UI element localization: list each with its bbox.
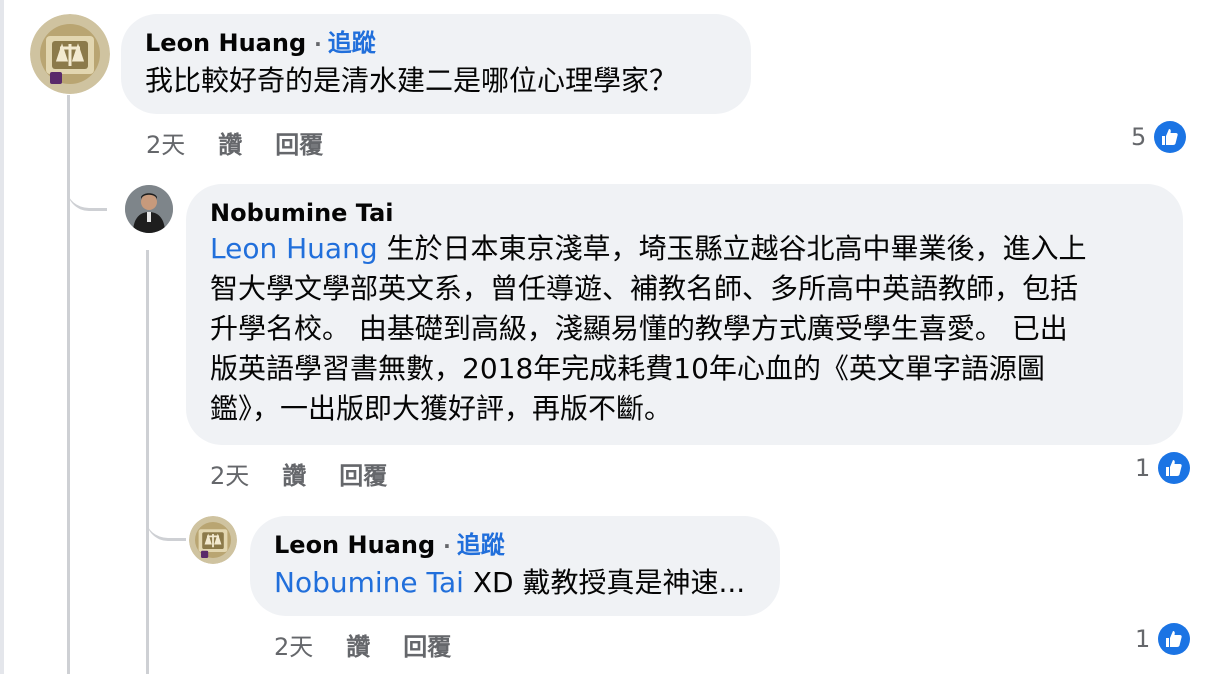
portrait-icon <box>125 185 173 233</box>
like-count: 5 <box>1131 123 1147 151</box>
reply-button[interactable]: 回覆 <box>275 125 323 160</box>
thumbs-up-icon <box>1158 623 1191 655</box>
thread-line-reply <box>146 250 149 674</box>
comment-author[interactable]: Nobumine Tai <box>210 199 394 227</box>
comment-bubble: Leon Huang · 追蹤 我比較好奇的是清水建二是哪位心理學家？ <box>121 14 751 114</box>
comment-text: 我比較好奇的是清水建二是哪位心理學家？ <box>145 64 678 97</box>
comment-header: Leon Huang · 追蹤 <box>145 28 727 59</box>
comment-author[interactable]: Leon Huang <box>274 531 435 559</box>
comment-header: Nobumine Tai <box>210 198 1159 228</box>
comment-actions: 2天讚回覆 <box>274 627 484 662</box>
comment-line-text: XD 戴教授真是神速... <box>463 566 746 599</box>
golden-emblem-icon <box>30 14 110 94</box>
thread-connector-2 <box>146 490 186 541</box>
comment-line: 鑑》，一出版即大獲好評，再版不斷。 <box>210 392 673 425</box>
reaction-count[interactable]: 5 <box>1131 121 1187 153</box>
comment-line: 升學名校。 由基礎到高級，淺顯易懂的教學方式廣受學生喜愛。 已出 <box>210 312 1068 345</box>
mention-link[interactable]: Leon Huang <box>210 232 378 265</box>
comment-actions: 2天讚回覆 <box>146 125 356 160</box>
comment-author[interactable]: Leon Huang <box>145 29 306 57</box>
comment-line-text: 生於日本東京淺草，埼玉縣立越谷北高中畢業後，進入上 <box>377 232 1087 265</box>
comment-time[interactable]: 2天 <box>146 125 185 160</box>
mention-link[interactable]: Nobumine Tai <box>274 566 464 599</box>
thumbs-up-icon <box>1158 452 1191 484</box>
like-button[interactable]: 讚 <box>282 456 306 491</box>
golden-emblem-icon <box>189 516 237 564</box>
comment-bubble: Nobumine Tai Leon Huang 生於日本東京淺草，埼玉縣立越谷北… <box>186 184 1183 445</box>
follow-link[interactable]: 追蹤 <box>457 531 505 559</box>
avatar-leon-huang[interactable] <box>189 516 237 564</box>
avatar-leon-huang[interactable] <box>30 14 110 94</box>
separator-dot: · <box>314 32 322 56</box>
comment-bubble: Leon Huang · 追蹤 Nobumine Tai XD 戴教授真是神速... <box>250 516 780 616</box>
avatar-nobumine-tai[interactable] <box>125 185 173 233</box>
reaction-count[interactable]: 1 <box>1135 623 1191 655</box>
reaction-count[interactable]: 1 <box>1135 452 1191 484</box>
comment-text: Leon Huang 生於日本東京淺草，埼玉縣立越谷北高中畢業後，進入上 智大學… <box>210 229 1159 429</box>
like-count: 1 <box>1135 625 1151 653</box>
reply-button[interactable]: 回覆 <box>339 456 387 491</box>
comment-time[interactable]: 2天 <box>210 456 249 491</box>
follow-link[interactable]: 追蹤 <box>328 29 376 57</box>
reply-button[interactable]: 回覆 <box>403 627 451 662</box>
like-button[interactable]: 讚 <box>346 627 370 662</box>
comment-line: 版英語學習書無數，2018年完成耗費10年心血的《英文單字語源圖 <box>210 352 1045 385</box>
like-button[interactable]: 讚 <box>218 125 242 160</box>
page-left-edge <box>0 0 4 674</box>
comment-header: Leon Huang · 追蹤 <box>274 530 756 561</box>
like-count: 1 <box>1135 454 1151 482</box>
thread-connector-1 <box>67 160 107 211</box>
comment-actions: 2天讚回覆 <box>210 456 420 491</box>
comment-line: 智大學文學部英文系，曾任導遊、補教名師、多所高中英語教師，包括 <box>210 272 1079 305</box>
comment-time[interactable]: 2天 <box>274 627 313 662</box>
comment-text: Nobumine Tai XD 戴教授真是神速... <box>274 563 756 603</box>
separator-dot: · <box>443 534 451 558</box>
comment-line: Leon Huang 生於日本東京淺草，埼玉縣立越谷北高中畢業後，進入上 <box>210 229 1159 269</box>
thumbs-up-icon <box>1154 121 1187 153</box>
